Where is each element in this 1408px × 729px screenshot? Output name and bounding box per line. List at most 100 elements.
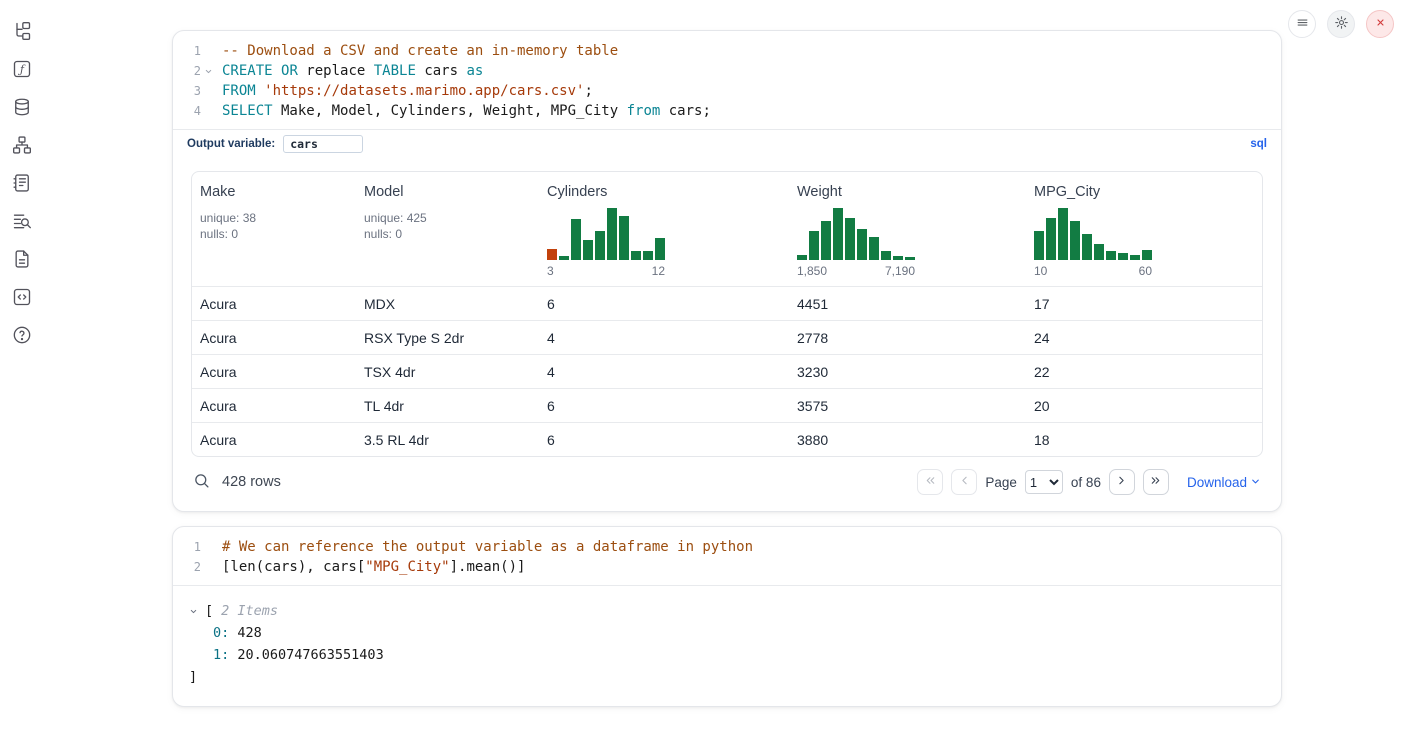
language-badge: sql	[1250, 138, 1267, 150]
last-page-button[interactable]	[1143, 469, 1169, 495]
code-line[interactable]: 4SELECT Make, Model, Cylinders, Weight, …	[179, 101, 1271, 121]
code-line[interactable]: 1-- Download a CSV and create an in-memo…	[179, 41, 1271, 61]
tree-entry: 0: 428	[189, 622, 1265, 644]
column-header[interactable]: Weight1,8507,190	[789, 172, 1026, 286]
file-text-icon	[12, 249, 32, 272]
histogram-axis: 1,8507,190	[797, 264, 915, 278]
python-output: [ 2 Items 0: 4281: 20.060747663551403 ]	[173, 585, 1281, 706]
table-row[interactable]: Acura3.5 RL 4dr6388018	[192, 422, 1262, 456]
stat-line: nulls: 0	[364, 226, 531, 242]
output-variable-label: Output variable:	[187, 138, 275, 150]
histogram-axis: 1060	[1034, 264, 1152, 278]
table-body: AcuraMDX6445117AcuraRSX Type S 2dr427782…	[192, 286, 1262, 456]
table-row[interactable]: AcuraMDX6445117	[192, 286, 1262, 320]
table-cell: Acura	[192, 321, 356, 354]
axis-max-label: 12	[652, 264, 665, 278]
axis-max-label: 7,190	[885, 264, 915, 278]
sidebar-item-file-explorer[interactable]	[10, 20, 34, 44]
tree-head: [ 2 Items	[189, 600, 1265, 622]
sidebar-item-dependency-graph[interactable]	[10, 134, 34, 158]
fold-spacer	[201, 557, 216, 577]
column-header[interactable]: MPG_City1060	[1026, 172, 1262, 286]
settings-button[interactable]	[1327, 10, 1355, 38]
column-header[interactable]: Model unique: 425nulls: 0	[356, 172, 539, 286]
row-count: 428 rows	[222, 474, 281, 490]
code-text: -- Download a CSV and create an in-memor…	[222, 41, 618, 61]
page-select[interactable]: 1	[1025, 470, 1063, 494]
gear-icon	[1334, 15, 1349, 33]
download-label: Download	[1187, 475, 1247, 490]
histogram-bar	[1118, 253, 1128, 260]
menu-button[interactable]	[1288, 10, 1316, 38]
tree-collapse-icon[interactable]	[189, 607, 201, 616]
download-button[interactable]: Download	[1187, 475, 1261, 490]
fold-toggle-icon[interactable]	[201, 61, 216, 81]
histogram-bar	[1046, 218, 1056, 260]
code-line[interactable]: 3FROM 'https://datasets.marimo.app/cars.…	[179, 81, 1271, 101]
output-variable-input[interactable]	[283, 135, 363, 153]
database-icon	[12, 97, 32, 120]
fold-spacer	[201, 101, 216, 121]
histogram-bar	[571, 219, 581, 260]
file-explorer-icon	[12, 21, 32, 44]
histogram-bar	[1142, 250, 1152, 260]
histogram-bar	[869, 237, 879, 260]
histogram-bar	[1094, 244, 1104, 260]
line-number: 2	[179, 557, 201, 577]
column-stats: unique: 38nulls: 0	[200, 210, 348, 242]
function-square-icon: ƒ	[12, 59, 32, 82]
sidebar-item-logs[interactable]	[10, 210, 34, 234]
code-line[interactable]: 2CREATE OR replace TABLE cars as	[179, 61, 1271, 81]
previous-page-button[interactable]	[951, 469, 977, 495]
table-cell: 6	[539, 423, 789, 456]
open-bracket: [	[205, 600, 213, 622]
stat-line: unique: 38	[200, 210, 348, 226]
histogram-bar	[833, 208, 843, 260]
table-cell: 4	[539, 321, 789, 354]
table-cell: Acura	[192, 423, 356, 456]
stat-line: unique: 425	[364, 210, 531, 226]
tree-key: 1:	[213, 647, 229, 663]
histogram-bar	[857, 229, 867, 260]
table-cell: RSX Type S 2dr	[356, 321, 539, 354]
column-name: Model	[364, 184, 531, 200]
sidebar-item-data-sources[interactable]	[10, 96, 34, 120]
sidebar: ƒ	[0, 0, 44, 729]
column-histogram: 1,8507,190	[797, 204, 915, 278]
line-number: 3	[179, 81, 201, 101]
python-code[interactable]: 1# We can reference the output variable …	[173, 527, 1281, 585]
shutdown-button[interactable]	[1366, 10, 1394, 38]
sidebar-item-documentation[interactable]	[10, 248, 34, 272]
table-cell: TSX 4dr	[356, 355, 539, 388]
next-page-button[interactable]	[1109, 469, 1135, 495]
fold-spacer	[201, 81, 216, 101]
table-row[interactable]: AcuraTL 4dr6357520	[192, 388, 1262, 422]
sidebar-item-snippets[interactable]	[10, 286, 34, 310]
table-cell: 4451	[789, 287, 1026, 320]
table-row[interactable]: AcuraTSX 4dr4323022	[192, 354, 1262, 388]
tree-entry: 1: 20.060747663551403	[189, 644, 1265, 666]
table-cell: 22	[1026, 355, 1262, 388]
sidebar-item-scratchpad[interactable]	[10, 172, 34, 196]
sidebar-item-variables[interactable]: ƒ	[10, 58, 34, 82]
column-header[interactable]: Cylinders312	[539, 172, 789, 286]
code-line[interactable]: 2[len(cars), cars["MPG_City"].mean()]	[179, 557, 1271, 577]
first-page-button[interactable]	[917, 469, 943, 495]
line-number: 2	[179, 61, 201, 81]
sql-code[interactable]: 1-- Download a CSV and create an in-memo…	[173, 31, 1281, 129]
table-cell: 24	[1026, 321, 1262, 354]
table-search-button[interactable]	[193, 472, 210, 492]
code-line[interactable]: 1# We can reference the output variable …	[179, 537, 1271, 557]
tree-value: 20.060747663551403	[229, 647, 383, 663]
table-row[interactable]: AcuraRSX Type S 2dr4277824	[192, 320, 1262, 354]
fold-spacer	[201, 41, 216, 61]
stat-line: nulls: 0	[200, 226, 348, 242]
table-cell: 6	[539, 287, 789, 320]
axis-max-label: 60	[1139, 264, 1152, 278]
window-controls	[1288, 10, 1394, 38]
table-cell: MDX	[356, 287, 539, 320]
histogram-bar	[559, 256, 569, 260]
histogram-bar	[845, 218, 855, 260]
column-header[interactable]: Makeunique: 38nulls: 0	[192, 172, 356, 286]
sidebar-item-help[interactable]	[10, 324, 34, 348]
